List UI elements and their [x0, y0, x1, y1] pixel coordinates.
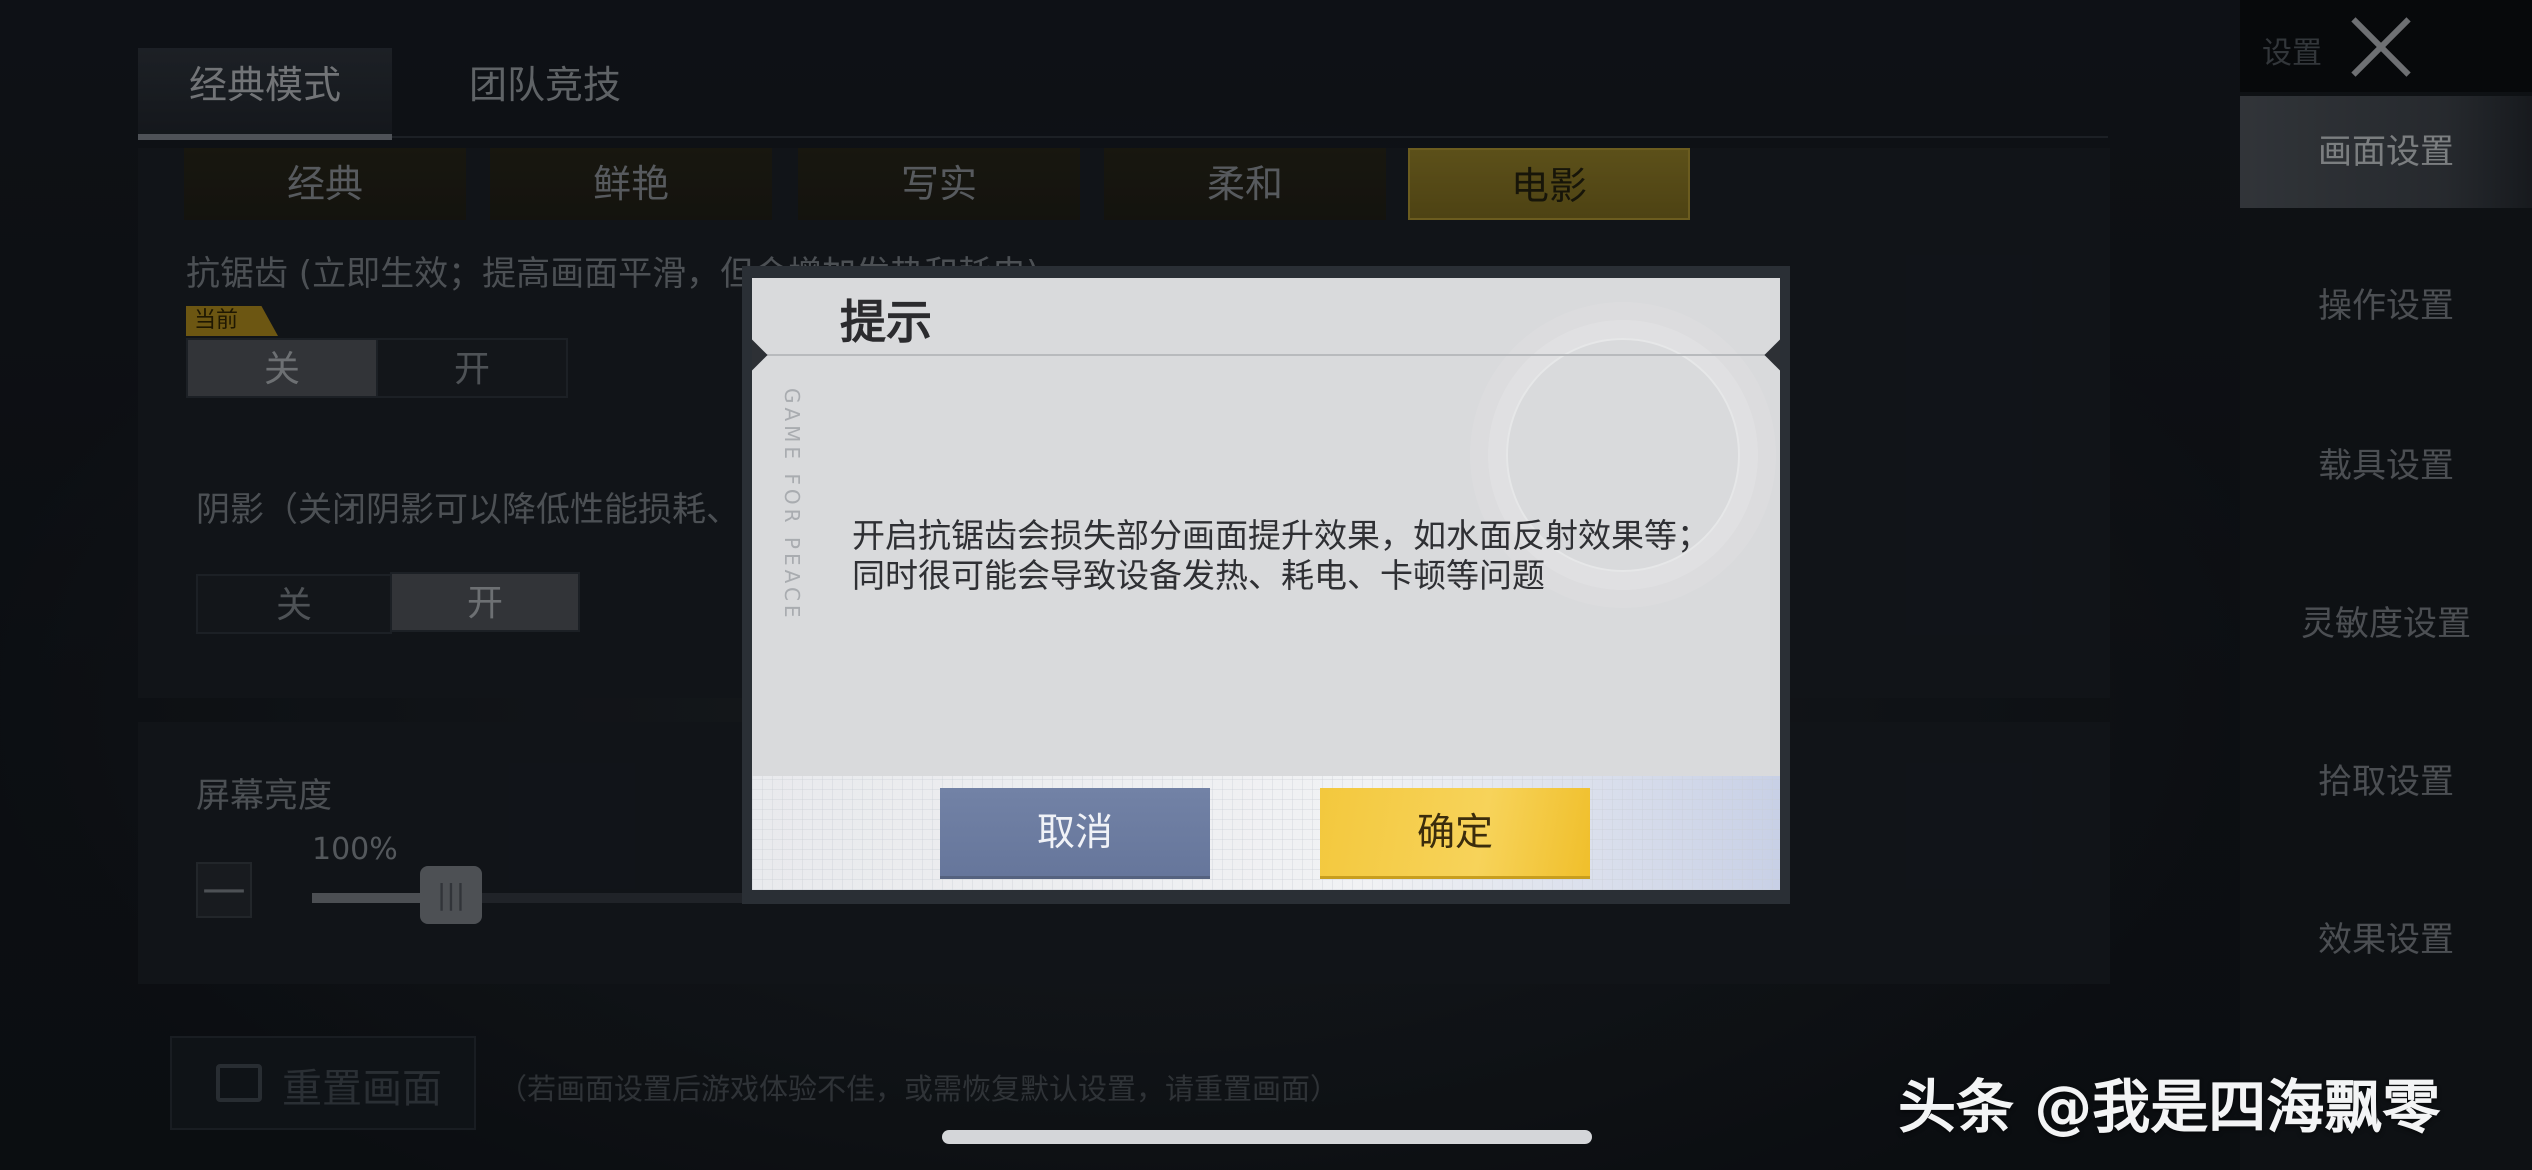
dialog-footer	[752, 776, 1780, 890]
dialog-title: 提示	[840, 295, 932, 349]
cancel-button[interactable]: 取消	[940, 788, 1210, 876]
dialog-message: 开启抗锯齿会损失部分画面提升效果，如水面反射效果等；同时很可能会导致设备发热、耗…	[852, 516, 1710, 595]
divider-ornament-left	[752, 339, 768, 371]
dialog-watermark: GAME FOR PEACE	[780, 388, 804, 622]
dialog-divider	[752, 354, 1780, 356]
home-indicator[interactable]	[942, 1130, 1592, 1144]
divider-ornament-right	[1764, 339, 1780, 371]
confirm-button[interactable]: 确定	[1320, 788, 1590, 876]
attribution-watermark: 头条 @我是四海飘零	[1898, 1073, 2441, 1141]
prompt-dialog: GAME FOR PEACE 提示 开启抗锯齿会损失部分画面提升效果，如水面反射…	[752, 278, 1780, 890]
